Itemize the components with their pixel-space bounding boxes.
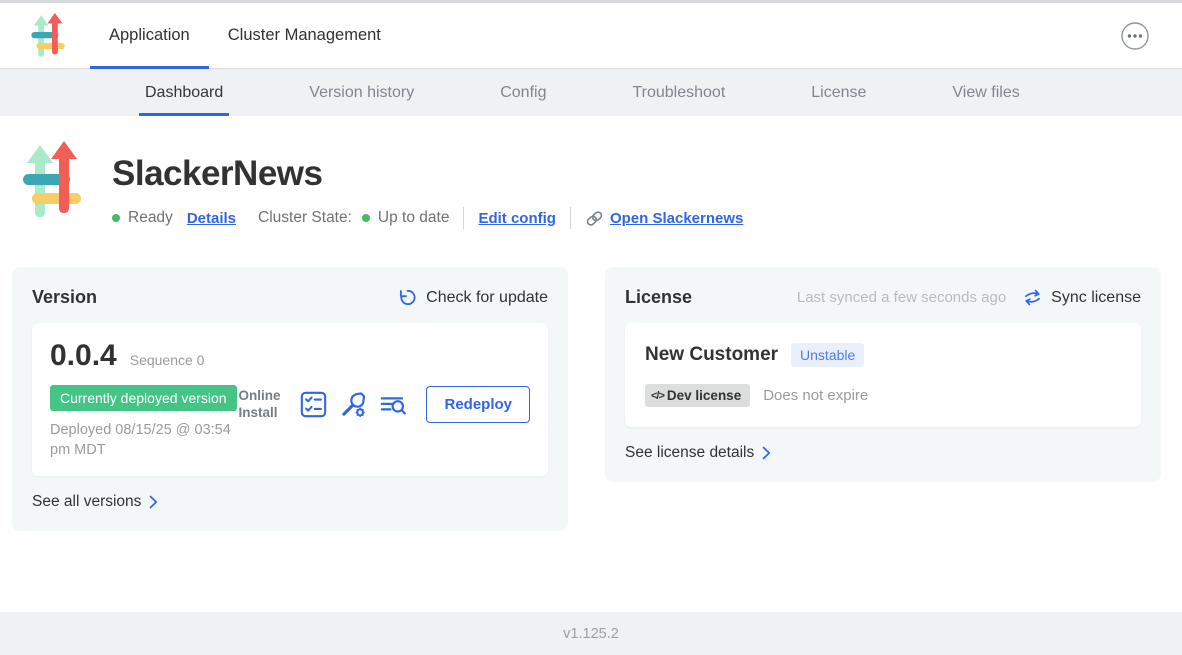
subnav-tab-label: Version history xyxy=(309,84,414,102)
refresh-icon xyxy=(398,288,417,307)
current-version-panel: 0.0.4 Sequence 0 Currently deployed vers… xyxy=(32,323,548,476)
overflow-menu-button[interactable] xyxy=(1120,21,1150,51)
subnav-tab-label: License xyxy=(811,84,866,102)
license-panel: New Customer Unstable </> Dev license Do… xyxy=(625,323,1141,427)
app-subnav: Dashboard Version history Config Trouble… xyxy=(0,69,1182,116)
redeploy-button[interactable]: Redeploy xyxy=(426,386,530,423)
deployed-badge: Currently deployed version xyxy=(50,385,237,411)
version-card-title: Version xyxy=(32,287,97,308)
nav-tab-label: Cluster Management xyxy=(228,26,381,45)
last-synced-text: Last synced a few seconds ago xyxy=(797,289,1006,306)
dashboard-main: SlackerNews Ready Details Cluster State:… xyxy=(0,116,1182,531)
install-type-label: Online Install xyxy=(238,388,288,422)
status-details-link[interactable]: Details xyxy=(187,210,236,227)
divider xyxy=(463,207,464,229)
nav-tab-application[interactable]: Application xyxy=(90,3,209,68)
license-card: License Last synced a few seconds ago xyxy=(605,267,1161,482)
app-header: SlackerNews Ready Details Cluster State:… xyxy=(0,116,1182,229)
cluster-state-text: Up to date xyxy=(378,209,450,227)
subnav-tab-version-history[interactable]: Version history xyxy=(303,69,420,116)
subnav-tab-label: View files xyxy=(952,84,1019,102)
view-logs-icon[interactable] xyxy=(380,391,407,418)
subnav-tab-view-files[interactable]: View files xyxy=(946,69,1025,116)
console-version: v1.125.2 xyxy=(563,626,619,642)
app-logo-icon[interactable] xyxy=(28,13,68,59)
dashboard-cards: Version Check for update 0.0.4 Sequ xyxy=(0,267,1182,531)
open-app-link[interactable]: Open Slackernews xyxy=(610,210,743,227)
divider xyxy=(570,207,571,229)
preflight-checks-icon[interactable] xyxy=(300,391,327,418)
subnav-tab-license[interactable]: License xyxy=(805,69,872,116)
check-for-update-label: Check for update xyxy=(426,289,548,307)
version-info: 0.0.4 Sequence 0 Currently deployed vers… xyxy=(50,339,238,460)
nav-tab-label: Application xyxy=(109,26,190,45)
sync-license-label: Sync license xyxy=(1051,289,1141,307)
version-card: Version Check for update 0.0.4 Sequ xyxy=(12,267,568,531)
subnav-tab-troubleshoot[interactable]: Troubleshoot xyxy=(626,69,731,116)
app-status-row: Ready Details Cluster State: Up to date … xyxy=(112,207,743,229)
code-icon: </> xyxy=(651,390,664,402)
sequence-label: Sequence 0 xyxy=(130,352,205,368)
channel-badge: Unstable xyxy=(791,343,864,367)
see-all-versions-label: See all versions xyxy=(32,493,141,511)
license-expiry-text: Does not expire xyxy=(763,387,868,404)
primary-nav: Application Cluster Management xyxy=(90,3,400,68)
see-all-versions-link[interactable]: See all versions xyxy=(32,493,158,511)
chevron-right-icon xyxy=(762,446,771,460)
app-status-text: Ready xyxy=(128,209,173,227)
subnav-tab-dashboard[interactable]: Dashboard xyxy=(139,69,229,116)
config-wrench-icon[interactable] xyxy=(340,391,367,418)
subnav-tab-label: Dashboard xyxy=(145,84,223,102)
ellipsis-icon xyxy=(1120,21,1150,51)
console-footer: v1.125.2 xyxy=(0,612,1182,655)
sync-license-link[interactable]: Sync license xyxy=(1023,289,1141,307)
top-navbar: Application Cluster Management xyxy=(0,3,1182,69)
sync-icon xyxy=(1023,289,1042,306)
subnav-tab-label: Troubleshoot xyxy=(632,84,725,102)
deployed-timestamp: Deployed 08/15/25 @ 03:54 pm MDT xyxy=(50,421,238,460)
link-chain-icon[interactable] xyxy=(585,209,604,228)
hash-arrows-logo xyxy=(31,13,64,57)
cluster-status-dot xyxy=(362,214,370,222)
nav-tab-cluster-management[interactable]: Cluster Management xyxy=(209,3,400,68)
subnav-tab-label: Config xyxy=(500,84,546,102)
check-for-update-link[interactable]: Check for update xyxy=(398,288,548,307)
license-card-title: License xyxy=(625,287,692,308)
app-status-dot xyxy=(112,214,120,222)
see-license-details-link[interactable]: See license details xyxy=(625,444,771,462)
page-title: SlackerNews xyxy=(112,154,743,194)
license-type-badge: </> Dev license xyxy=(645,384,750,407)
version-actions: Online Install xyxy=(238,386,530,423)
cluster-state-label: Cluster State: xyxy=(258,209,352,227)
license-type-label: Dev license xyxy=(667,388,741,403)
subnav-tab-config[interactable]: Config xyxy=(494,69,552,116)
edit-config-link[interactable]: Edit config xyxy=(478,210,556,227)
navbar-right xyxy=(1120,3,1182,68)
chevron-right-icon xyxy=(149,495,158,509)
see-license-details-label: See license details xyxy=(625,444,754,462)
version-number: 0.0.4 xyxy=(50,339,117,373)
app-icon xyxy=(22,140,82,222)
customer-name: New Customer xyxy=(645,344,778,366)
